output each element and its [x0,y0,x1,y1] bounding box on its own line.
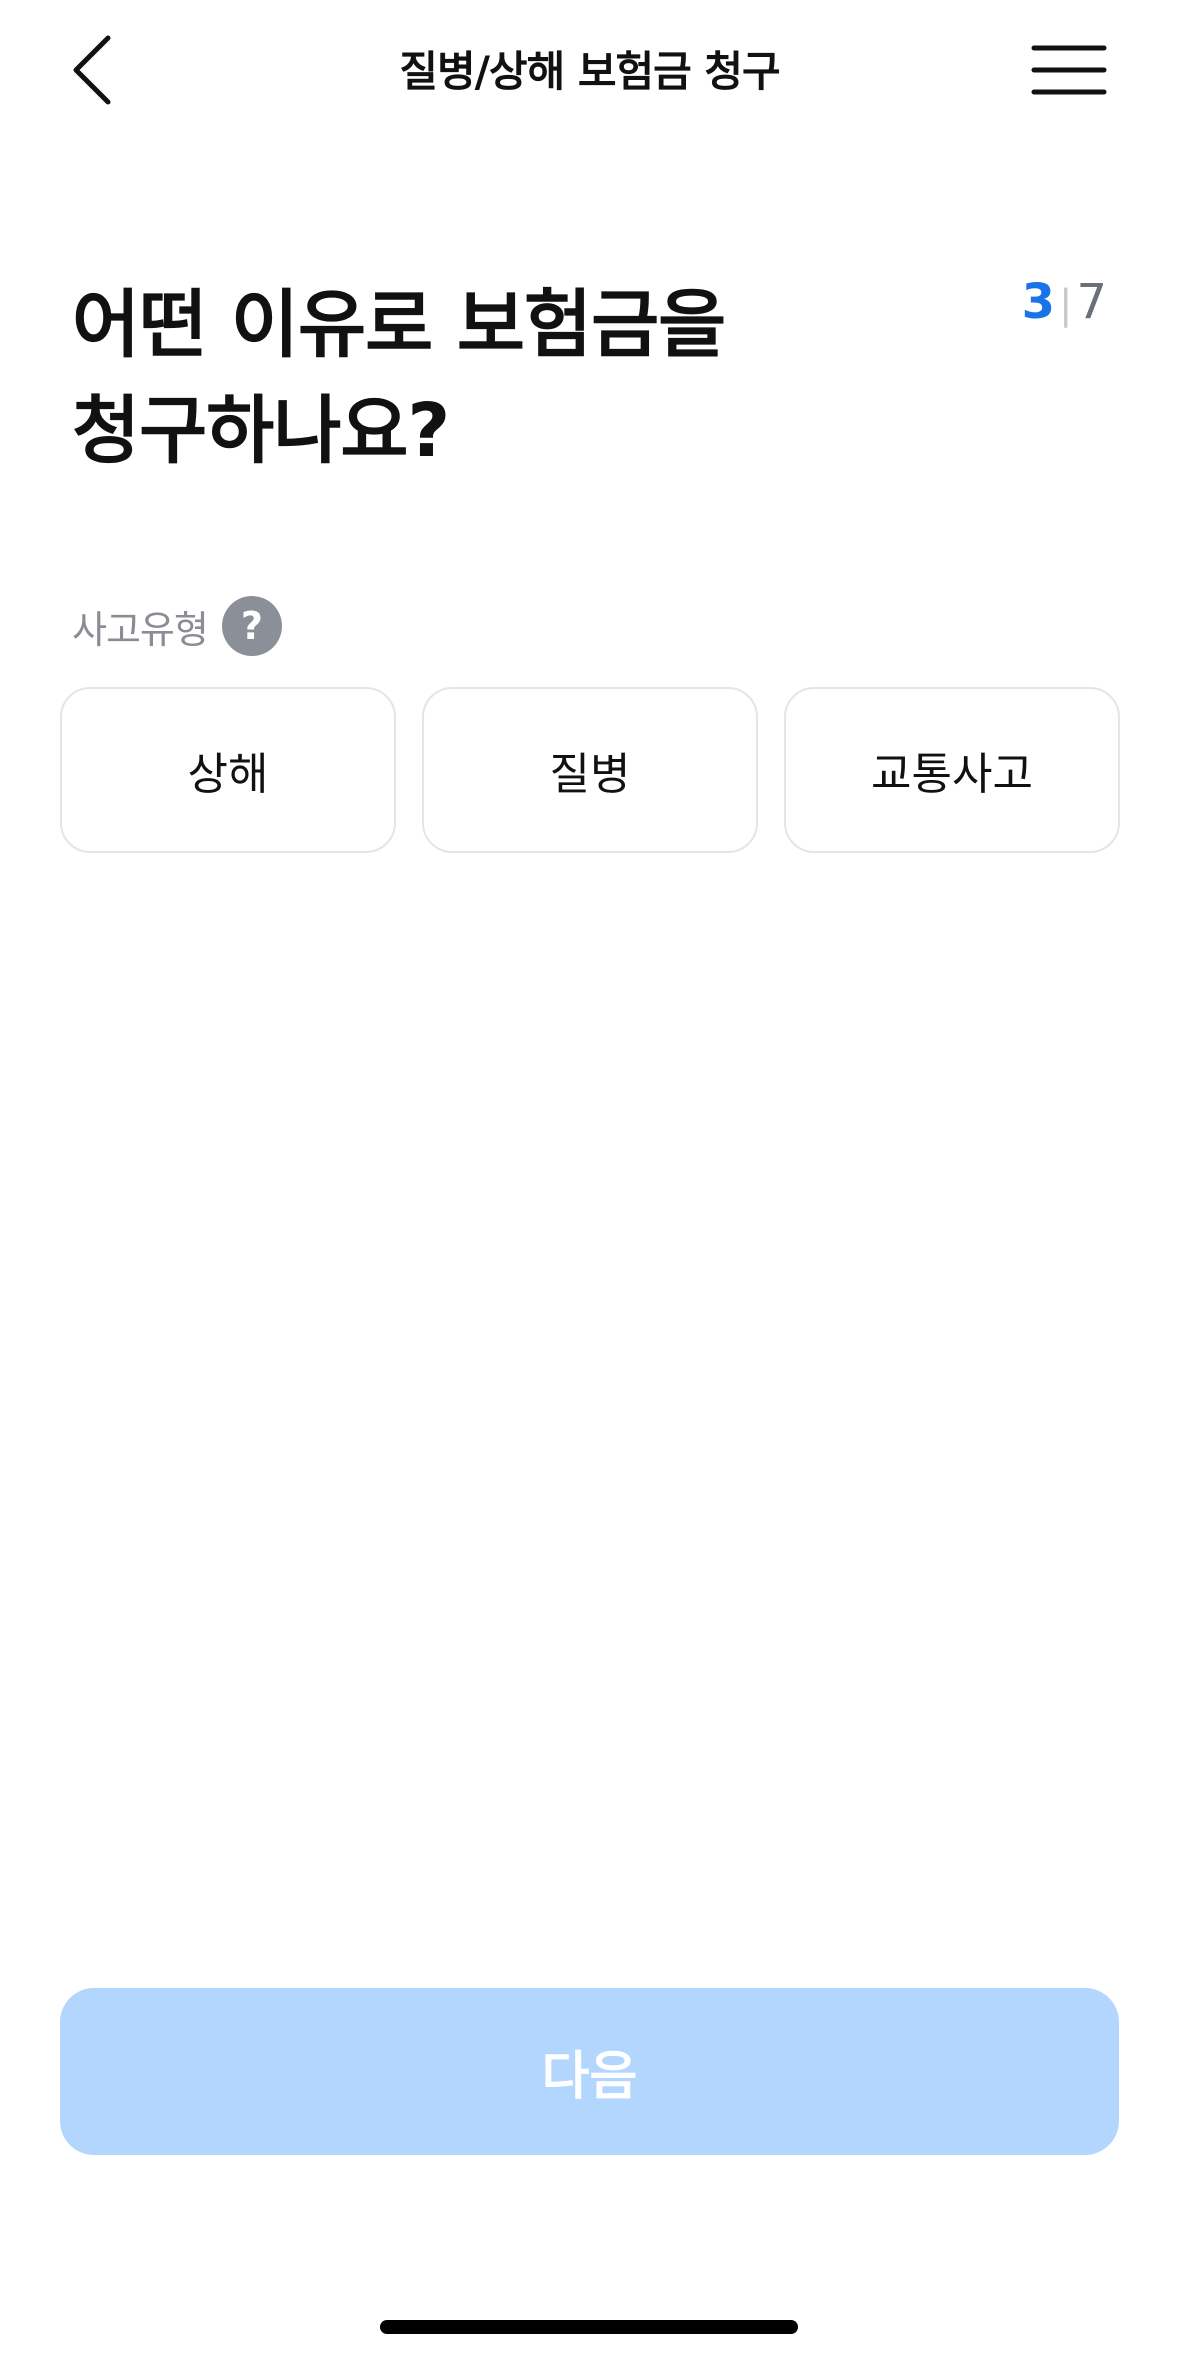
step-current: 3 [1021,274,1055,330]
question-line-1: 어떤 이유로 보험금을 [72,282,726,368]
step-total: 7 [1076,274,1107,330]
step-indicator: 3 |7 [1022,272,1107,335]
accident-type-label-row: 사고유형 ? [72,596,282,656]
menu-button[interactable] [1030,42,1108,98]
question-line-2: 청구하나요? [72,388,450,474]
page-title: 질병/상해 보험금 청구 [399,47,780,96]
accident-type-options: 상해 질병 교통사고 [60,687,1120,853]
top-navigation-bar: 질병/상해 보험금 청구 [0,0,1179,140]
question-heading: 어떤 이유로 보험금을 청구하나요? [72,272,972,484]
next-button[interactable]: 다음 [60,1988,1119,2155]
accident-type-label: 사고유형 [72,607,209,652]
option-injury-button[interactable]: 상해 [60,687,396,853]
hamburger-menu-icon [1031,45,1107,95]
help-icon[interactable]: ? [221,596,282,656]
step-separator: | [1058,282,1073,328]
home-indicator [380,2320,798,2334]
option-traffic-accident-button[interactable]: 교통사고 [784,687,1120,853]
option-illness-button[interactable]: 질병 [422,687,758,853]
